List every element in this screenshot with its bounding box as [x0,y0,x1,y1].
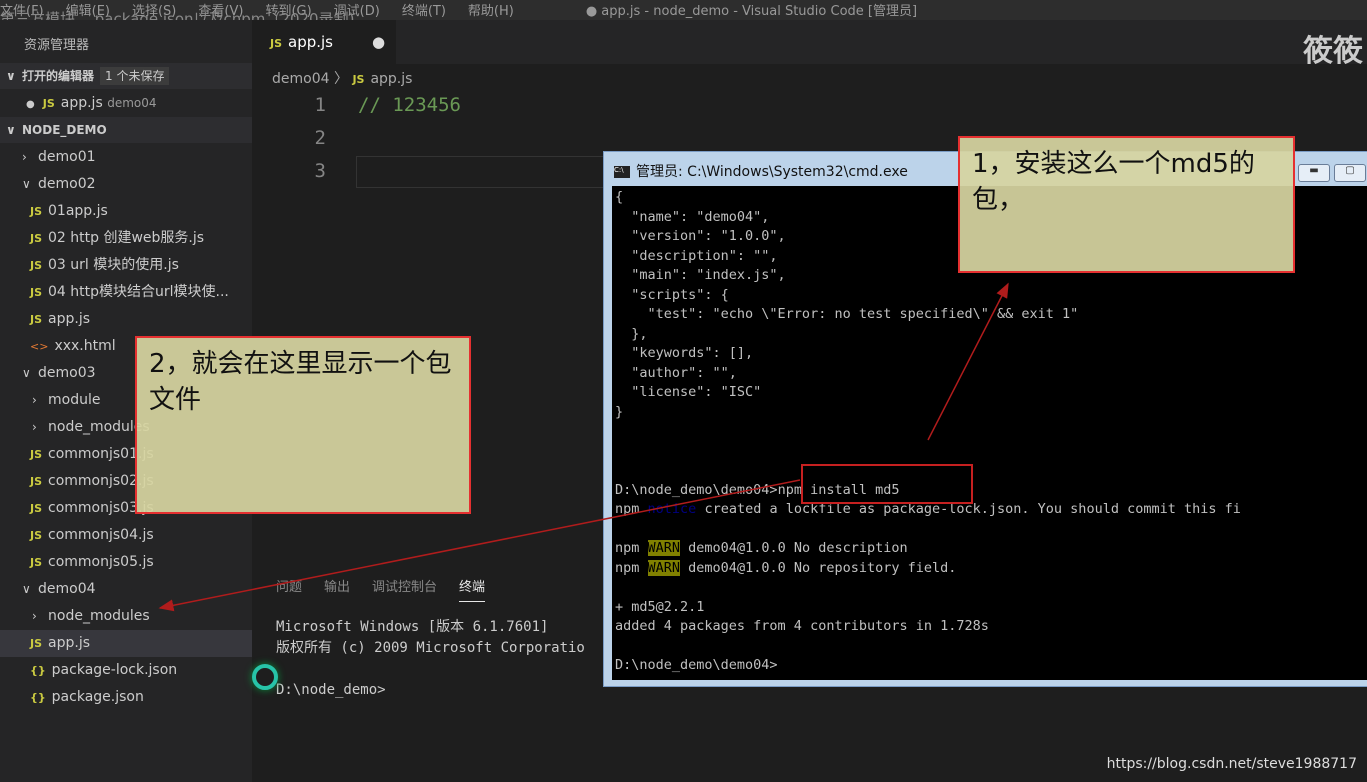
annotation-arrows [158,282,1009,612]
arrow-to-note1 [927,282,1009,441]
url-watermark: https://blog.csdn.net/steve1988717 [1106,756,1357,772]
arrow-to-node-modules [158,479,801,612]
